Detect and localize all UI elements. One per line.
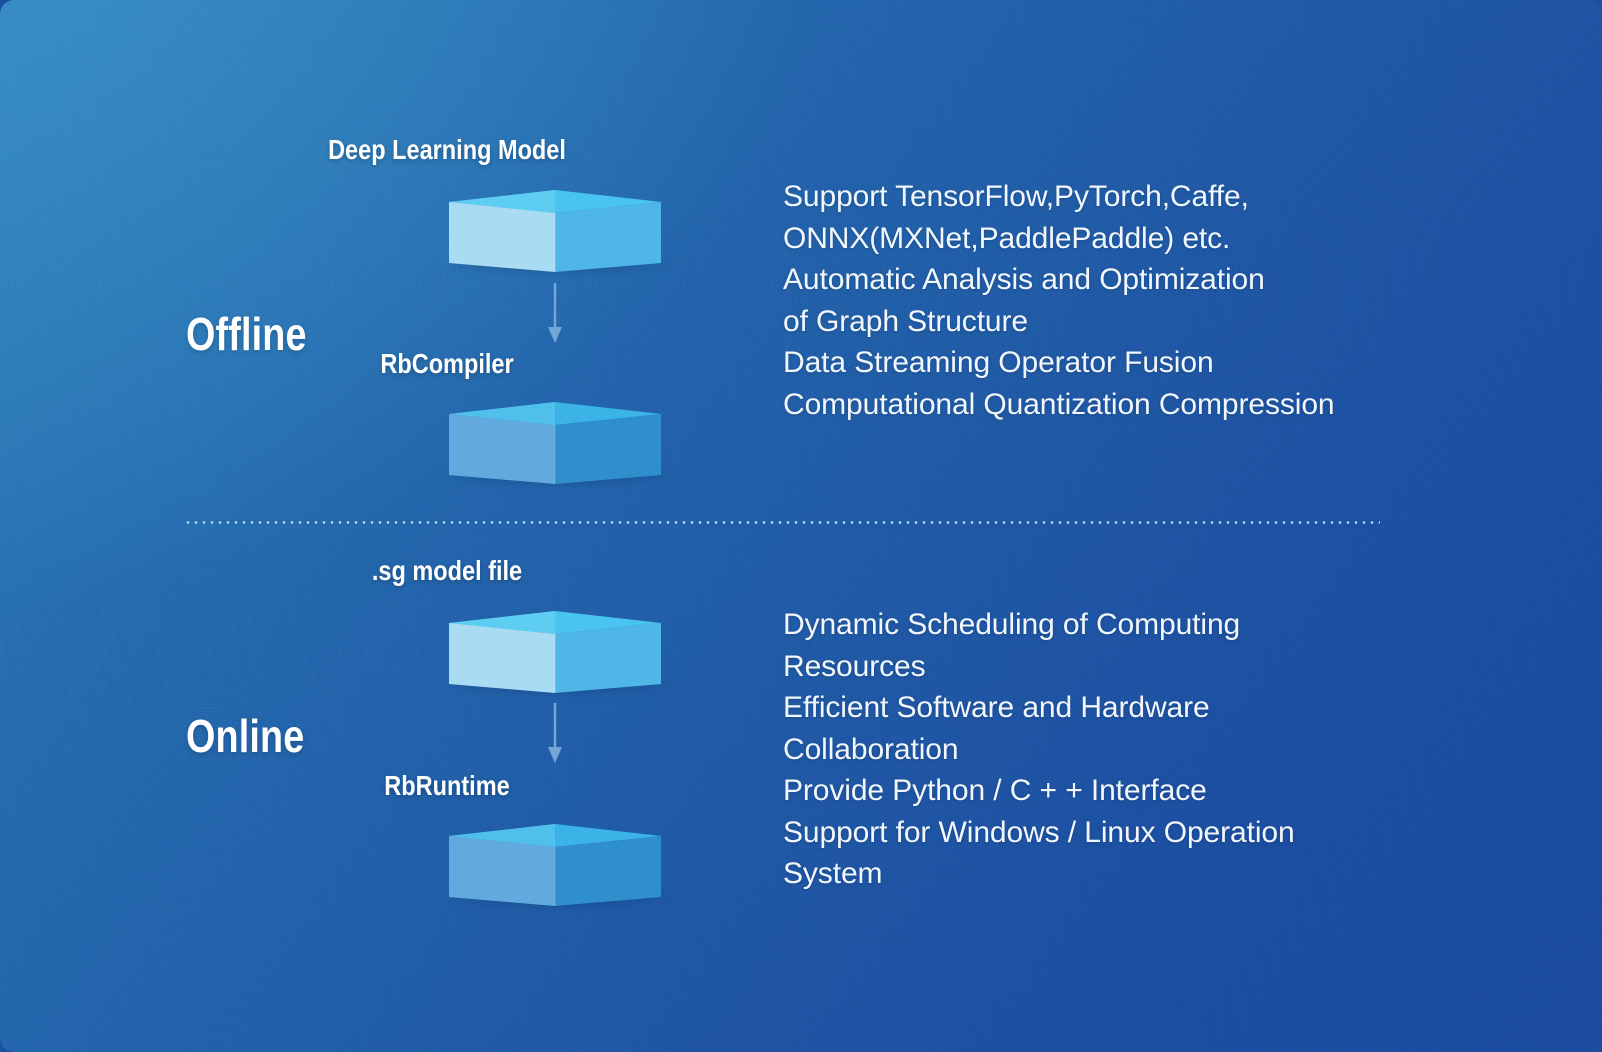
cube-shape-light — [449, 611, 661, 693]
feature-line: System — [783, 857, 883, 890]
feature-line: ONNX(MXNet,PaddlePaddle) etc. — [783, 221, 1231, 255]
feature-line: Resources — [783, 649, 926, 683]
cube-shape-dark — [449, 824, 661, 906]
node-label-rbruntime: RbRuntime — [384, 770, 510, 801]
stage-label-offline: Offline — [186, 308, 307, 360]
cube-shape-dark — [449, 402, 661, 484]
feature-line: Support TensorFlow,PyTorch,Caffe, — [783, 180, 1249, 213]
feature-line: Data Streaming Operator Fusion — [783, 346, 1214, 379]
cube-shape-light — [449, 190, 661, 272]
cube-deep-learning-model — [447, 180, 681, 276]
cube-sg-model-file — [447, 601, 681, 697]
arrow-model-to-compiler — [546, 283, 564, 345]
node-label-deep-learning-model: Deep Learning Model — [328, 134, 566, 165]
arrow-model-file-to-runtime — [546, 703, 564, 765]
node-label-rbcompiler: RbCompiler — [380, 348, 514, 379]
feature-line: Computational Quantization Compression — [783, 387, 1335, 421]
feature-list-online: Dynamic Scheduling of Computing Resource… — [783, 604, 1295, 895]
feature-line: of Graph Structure — [783, 304, 1028, 338]
stage-divider-dotted-line — [184, 521, 1380, 524]
feature-line: Provide Python / C + + Interface — [783, 774, 1207, 807]
feature-line: Collaboration — [783, 732, 959, 766]
feature-line: Automatic Analysis and Optimization — [783, 263, 1265, 296]
feature-line: Support for Windows / Linux Operation — [783, 815, 1295, 849]
cube-rbruntime — [447, 814, 681, 910]
feature-list-offline: Support TensorFlow,PyTorch,Caffe, ONNX(M… — [783, 176, 1335, 425]
feature-line: Dynamic Scheduling of Computing — [783, 608, 1241, 641]
feature-line: Efficient Software and Hardware — [783, 691, 1210, 724]
diagram-canvas: Offline Online Deep Learning Model RbCom… — [0, 0, 1602, 1052]
stage-label-online: Online — [186, 710, 305, 762]
node-label-sg-model-file: .sg model file — [371, 555, 523, 586]
cube-rbcompiler — [447, 392, 681, 488]
